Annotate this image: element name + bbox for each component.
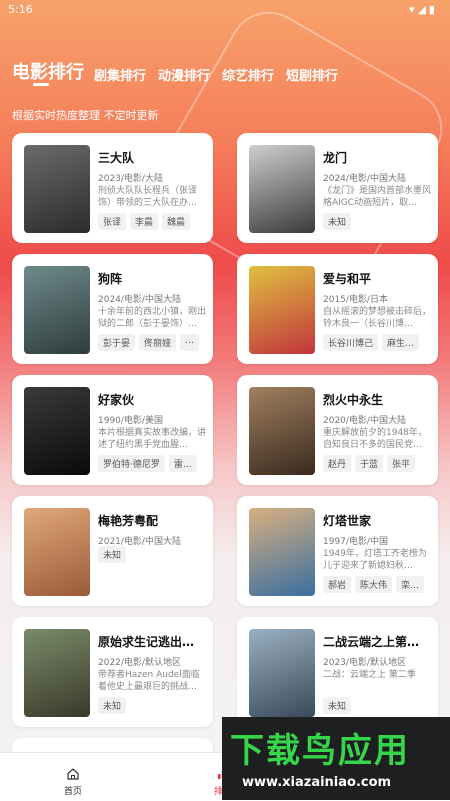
cast-chips: 彭于晏 佟丽娅… (98, 334, 210, 351)
watermark-logo-text: 下载鸟应用 (230, 731, 410, 771)
movie-meta: 2023/电影/默认地区 (323, 658, 406, 668)
cast-chips: 罗伯特·德尼罗 雷… (98, 455, 210, 472)
movie-description: 刑侦大队队长程兵（张译饰）带领的三大队在办… (98, 186, 198, 208)
cast-chip[interactable]: 张平 (387, 455, 416, 472)
cast-chips: 未知 (98, 546, 210, 563)
movie-poster[interactable] (249, 266, 315, 354)
ranking-card[interactable]: 好家伙 1990/电影/美国本片根据真实故事改编，讲述了纽约黑手党血腥… 罗伯特·德… (12, 375, 213, 485)
movie-title: 三大队 (98, 151, 135, 165)
cast-chips: 赵丹 于蓝 张平 (323, 455, 435, 472)
ranking-card[interactable]: 三大队 2023/电影/大陆刑侦大队队长程兵（张译饰）带领的三大队在办… 张译 李晨魏… (12, 133, 213, 243)
cast-chip[interactable]: 佟丽娅 (139, 334, 177, 351)
movie-title: 爱与和平 (323, 272, 372, 286)
cast-chip[interactable]: 李晨 (130, 213, 159, 230)
status-icons: ▾◢▮ (408, 3, 438, 16)
movie-title: 好家伙 (98, 393, 135, 407)
active-tab-indicator (33, 83, 49, 86)
movie-poster[interactable] (24, 145, 90, 233)
cast-chip[interactable]: 长谷川博己 (323, 334, 379, 351)
movie-description: 重庆解放前夕的1948年，自知良日不多的国民党… (323, 428, 427, 450)
movie-poster[interactable] (24, 266, 90, 354)
cast-chip[interactable]: 罗伯特·德尼罗 (98, 455, 165, 472)
cast-chip[interactable]: 未知 (323, 697, 352, 714)
movie-meta: 2022/电影/默认地区 (98, 658, 181, 668)
movie-title: 二战云端之上第… (323, 635, 420, 649)
cast-chip[interactable]: 未知 (98, 697, 127, 714)
ranking-card[interactable]: 梅艳芳粤配 2021/电影/中国大陆 未知 (12, 496, 213, 606)
ranking-card[interactable]: 爱与和平 2015/电影/日本自从摇滚的梦想被击碎后，铃木良一（长谷川博… 长谷川博… (237, 254, 438, 364)
watermark-url: www.xiazainiao.com (242, 775, 392, 790)
ranking-card[interactable]: 二战云端之上第… 2023/电影/默认地区 二战：云端之上 第二季未知 (237, 617, 438, 727)
ranking-card[interactable]: 狗阵 2024/电影/中国大陆十余年前的西北小镇，刚出狱的二郎（彭于晏饰）… 彭于晏… (12, 254, 213, 364)
tab-series-rank[interactable]: 剧集排行 (94, 65, 146, 86)
tab-anime-rank[interactable]: 动漫排行 (158, 65, 210, 86)
cast-chips: 长谷川博己 麻生… (323, 334, 435, 351)
cast-chip[interactable]: 彭于晏 (98, 334, 136, 351)
cast-chip[interactable]: 栾… (396, 576, 425, 593)
movie-poster[interactable] (249, 508, 315, 596)
cast-chip[interactable]: 于蓝 (355, 455, 384, 472)
movie-meta: 2024/电影/中国大陆 (98, 295, 181, 305)
movie-poster[interactable] (249, 145, 315, 233)
movie-title: 灯塔世家 (323, 514, 372, 528)
watermark: 下载鸟应用 www.xiazainiao.com (222, 717, 450, 800)
movie-meta: 2020/电影/中国大陆 (323, 416, 406, 426)
ranking-card[interactable]: 龙门 2024/电影/中国大陆《龙门》是国内首部水墨风格AIGC动画短片，取… 未知 (237, 133, 438, 243)
movie-meta: 2024/电影/中国大陆 (323, 174, 406, 184)
status-time: 5:16 (8, 3, 33, 16)
cast-chips: 未知 (98, 697, 210, 714)
movie-poster[interactable] (249, 629, 315, 717)
ranking-card[interactable]: 灯塔世家 1997/电影/中国 1949年，灯塔工齐老榜为儿子迎来了新媳妇秋… 郝岩陈… (237, 496, 438, 606)
nav-home[interactable]: 首页 (48, 767, 98, 797)
movie-title: 梅艳芳粤配 (98, 514, 159, 528)
cast-chip[interactable]: 雷… (168, 455, 197, 472)
movie-title: 原始求生记逃出… (98, 635, 195, 649)
movie-poster[interactable] (24, 629, 90, 717)
status-bar: 5:16 ▾◢▮ (0, 0, 450, 22)
ranking-card[interactable]: 烈火中永生 2020/电影/中国大陆重庆解放前夕的1948年，自知良日不多的国民党… (237, 375, 438, 485)
cast-chips: 未知 (323, 697, 435, 714)
movie-meta: 1997/电影/中国 (323, 537, 388, 547)
cast-chip[interactable]: 张译 (98, 213, 127, 230)
movie-description: 《龙门》是国内首部水墨风格AIGC动画短片，取… (323, 186, 431, 208)
tab-short-drama-rank[interactable]: 短剧排行 (286, 65, 338, 86)
cast-chip[interactable]: … (180, 334, 200, 351)
movie-meta: 1990/电影/美国 (98, 416, 163, 426)
cast-chip[interactable]: 郝岩 (323, 576, 352, 593)
movie-poster[interactable] (249, 387, 315, 475)
cast-chip[interactable]: 赵丹 (323, 455, 352, 472)
category-tabs: 电影排行 剧集排行 动漫排行 综艺排行 短剧排行 (12, 56, 350, 86)
page-subtitle: 根据实时热度整理 不定时更新 (12, 109, 159, 122)
movie-description: 1949年，灯塔工齐老榜为儿子迎来了新媳妇秋… (323, 549, 427, 571)
cast-chip[interactable]: 魏晨 (162, 213, 191, 230)
cast-chip[interactable]: 未知 (98, 546, 127, 563)
cast-chip[interactable]: 未知 (323, 213, 352, 230)
home-icon (67, 768, 79, 780)
movie-description: 帝荐者Hazen Audel面临着他史上最艰巨的挑战… (98, 670, 200, 692)
movie-title: 龙门 (323, 151, 348, 165)
movie-description: 二战：云端之上 第二季 (323, 670, 416, 680)
movie-description: 自从摇滚的梦想被击碎后，铃木良一（长谷川博… (323, 307, 431, 329)
movie-description: 十余年前的西北小镇，刚出狱的二郎（彭于晏饰）… (98, 307, 206, 329)
movie-poster[interactable] (24, 508, 90, 596)
cast-chips: 张译 李晨 魏晨 (98, 213, 210, 230)
movie-description: 本片根据真实故事改编，讲述了纽约黑手党血腥… (98, 428, 206, 450)
movie-poster[interactable] (24, 387, 90, 475)
tab-movie-rank[interactable]: 电影排行 (12, 58, 84, 86)
tab-variety-rank[interactable]: 综艺排行 (222, 65, 274, 86)
movie-title: 狗阵 (98, 272, 123, 286)
cast-chips: 郝岩 陈大伟 栾… (323, 576, 435, 593)
cast-chips: 未知 (323, 213, 435, 230)
nav-home-label: 首页 (63, 787, 82, 797)
movie-meta: 2015/电影/日本 (323, 295, 388, 305)
movie-title: 烈火中永生 (323, 393, 384, 407)
cast-chip[interactable]: 陈大伟 (355, 576, 393, 593)
ranking-card[interactable]: 原始求生记逃出… 2022/电影/默认地区帝荐者Hazen Audel面临着他史上… (12, 617, 213, 727)
movie-meta: 2023/电影/大陆 (98, 174, 163, 184)
cast-chip[interactable]: 麻生… (382, 334, 420, 351)
